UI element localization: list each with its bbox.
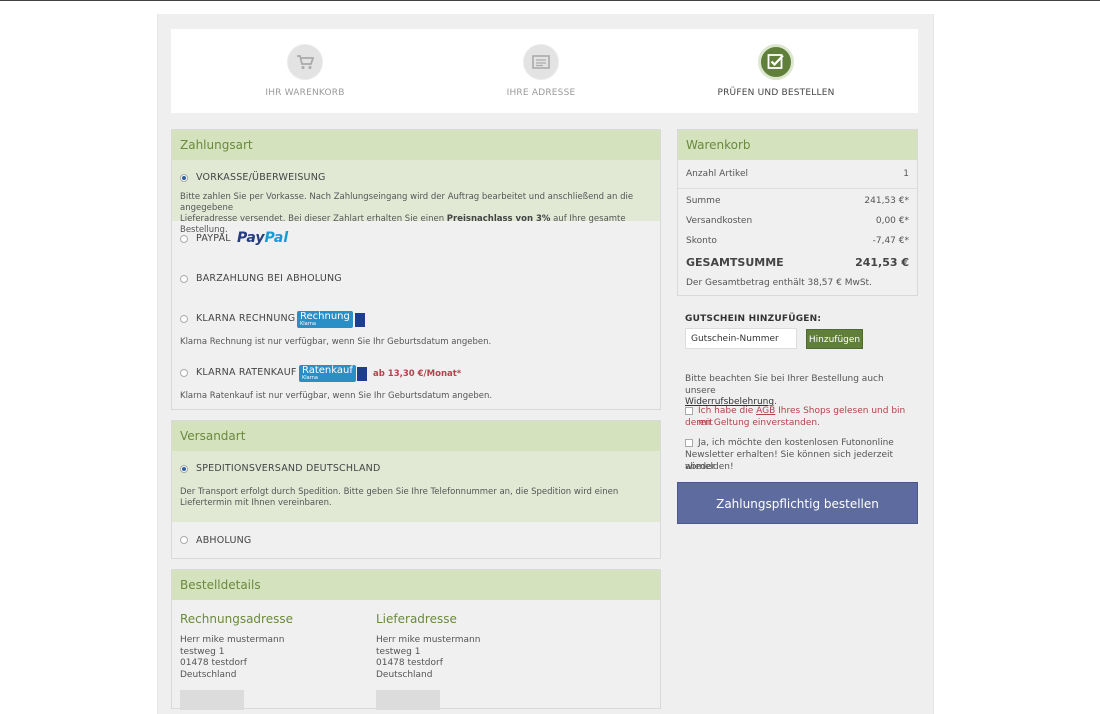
klarna-rechnung-radio[interactable]: [180, 315, 188, 323]
voucher-label: GUTSCHEIN HINZUFÜGEN:: [685, 314, 822, 324]
billing-address-title: Rechnungsadresse: [180, 612, 293, 626]
step-cart-label: IHR WARENKORB: [265, 88, 345, 98]
delivery-address-title: Lieferadresse: [376, 612, 457, 626]
klarna-raten-label: KLARNA RATENKAUF: [196, 367, 297, 378]
cart-skonto-row: Skonto -7,47 €*: [686, 236, 909, 246]
withdrawal-note: Bitte beachten Sie bei Ihrer Bestellung …: [685, 374, 884, 407]
klarna-flag-icon: [357, 367, 367, 381]
cart-summary-panel: Warenkorb Anzahl Artikel 1 Summe 241,53 €*…: [677, 129, 918, 296]
vorkasse-radio[interactable]: [180, 174, 188, 182]
spedition-description: Der Transport erfolgt durch Spedition. B…: [180, 487, 619, 508]
abholung-label: ABHOLUNG: [196, 535, 252, 546]
klarna-rechnung-label: KLARNA RECHNUNG: [196, 313, 296, 324]
step-cart[interactable]: IHR WARENKORB: [180, 29, 430, 113]
klarna-raten-description: Klarna Ratenkauf ist nur verfügbar, wenn…: [180, 391, 493, 401]
divider: [678, 188, 917, 189]
cart-total-row: GESAMTSUMME 241,53 €: [686, 256, 909, 269]
cart-icon: [287, 44, 323, 80]
paypal-label: PAYPAL: [196, 233, 231, 244]
spedition-radio[interactable]: [180, 465, 188, 473]
top-border: [0, 0, 1100, 1]
klarna-rechnung-badge: Rechnung Klarna: [297, 311, 353, 328]
barzahlung-radio[interactable]: [180, 275, 188, 283]
shipping-panel-title: Versandart: [172, 421, 660, 451]
payment-panel: Zahlungsart VORKASSE/ÜBERWEISUNG Bitte z…: [171, 129, 661, 410]
agb-checkbox[interactable]: [685, 407, 693, 415]
voucher-input[interactable]: [685, 328, 797, 349]
vorkasse-label: VORKASSE/ÜBERWEISUNG: [196, 172, 326, 183]
cart-count-row: Anzahl Artikel 1: [686, 169, 909, 179]
spedition-label: SPEDITIONSVERSAND DEUTSCHLAND: [196, 463, 381, 474]
agb-link[interactable]: AGB: [756, 406, 775, 416]
cart-sum-row: Summe 241,53 €*: [686, 196, 909, 206]
checkout-steps: IHR WARENKORB IHRE ADRESSE PRÜFEN UND BE…: [171, 29, 918, 113]
payment-option-klarna-ratenkauf[interactable]: KLARNA RATENKAUF Ratenkauf Klarna ab 13,3…: [172, 355, 660, 409]
newsletter-checkbox[interactable]: [685, 439, 693, 447]
cart-summary-title: Warenkorb: [678, 130, 917, 160]
klarna-rechnung-description: Klarna Rechnung ist nur verfügbar, wenn …: [180, 337, 492, 347]
klarna-raten-badge: Ratenkauf Klarna: [299, 365, 356, 382]
step-review: PRÜFEN UND BESTELLEN: [651, 29, 901, 113]
klarna-raten-price: ab 13,30 €/Monat*: [373, 369, 462, 379]
order-details-title: Bestelldetails: [172, 570, 660, 600]
klarna-raten-radio[interactable]: [180, 369, 188, 377]
step-review-label: PRÜFEN UND BESTELLEN: [717, 88, 835, 98]
newsletter-text: Ja, ich möchte den kostenlosen Futononli…: [698, 438, 894, 448]
shipping-option-spedition[interactable]: SPEDITIONSVERSAND DEUTSCHLAND Der Transp…: [172, 451, 660, 522]
klarna-flag-icon: [355, 313, 365, 327]
delivery-address: Herr mike mustermann testweg 1 01478 tes…: [376, 635, 481, 681]
payment-option-barzahlung[interactable]: BARZAHLUNG BEI ABHOLUNG: [172, 261, 660, 301]
place-order-button[interactable]: Zahlungspflichtig bestellen: [677, 482, 918, 524]
paypal-logo: PayPal: [237, 230, 289, 246]
agb-consent-text-2: deren Geltung einverstanden.: [685, 417, 820, 428]
billing-address: Herr mike mustermann testweg 1 01478 tes…: [180, 635, 285, 681]
paypal-radio[interactable]: [180, 235, 188, 243]
voucher-add-button[interactable]: Hinzufügen: [806, 329, 863, 349]
check-icon: [758, 44, 794, 80]
step-address-label: IHRE ADRESSE: [506, 88, 576, 98]
address-card-icon: [523, 44, 559, 80]
payment-option-vorkasse[interactable]: VORKASSE/ÜBERWEISUNG Bitte zahlen Sie pe…: [172, 160, 660, 235]
newsletter-text-3: abmelden!: [685, 462, 734, 472]
shipping-panel: Versandart SPEDITIONSVERSAND DEUTSCHLAND…: [171, 420, 661, 559]
abholung-radio[interactable]: [180, 536, 188, 544]
edit-delivery-address-button[interactable]: [376, 690, 440, 710]
payment-panel-title: Zahlungsart: [172, 130, 660, 160]
payment-option-klarna-rechnung[interactable]: KLARNA RECHNUNG Rechnung Klarna Klarna Re…: [172, 301, 660, 355]
barzahlung-label: BARZAHLUNG BEI ABHOLUNG: [196, 273, 342, 284]
step-address[interactable]: IHRE ADRESSE: [416, 29, 666, 113]
cart-vat-note: Der Gesamtbetrag enthält 38,57 € MwSt.: [686, 278, 872, 288]
edit-billing-address-button[interactable]: [180, 690, 244, 710]
order-details-panel: Bestelldetails Rechnungsadresse Herr mik…: [171, 569, 661, 710]
cart-shipping-row: Versandkosten 0,00 €*: [686, 216, 909, 226]
shipping-option-abholung[interactable]: ABHOLUNG: [172, 522, 660, 559]
payment-option-paypal[interactable]: PAYPAL PayPal: [172, 221, 660, 261]
